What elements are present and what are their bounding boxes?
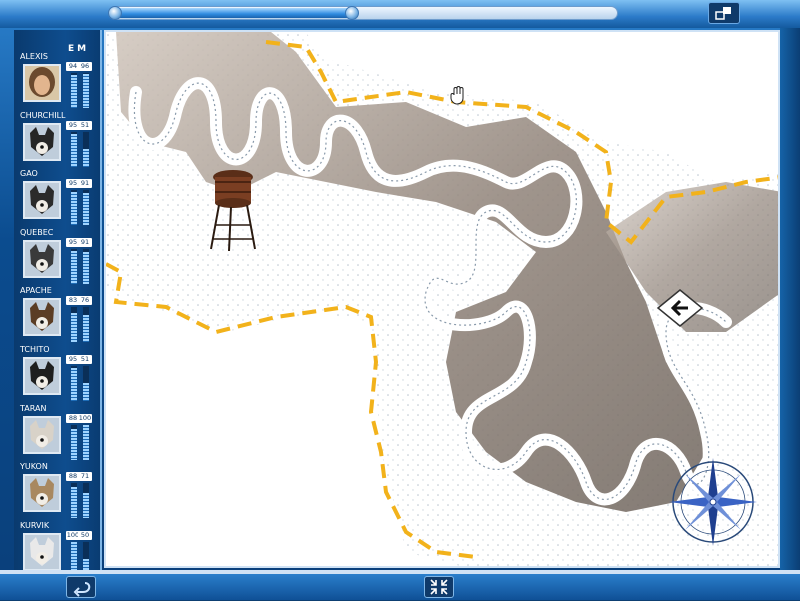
top-bar (0, 0, 800, 28)
progress-knob[interactable] (345, 6, 359, 20)
morale-meter: 100 (78, 413, 92, 460)
morale-value: 100 (78, 413, 92, 423)
member-name: YUKON (20, 462, 48, 472)
dog-portrait[interactable] (23, 239, 61, 278)
dog-portrait[interactable] (23, 298, 61, 337)
zoom-icon (430, 579, 448, 595)
morale-meter: 96 (78, 62, 92, 108)
energy-meter: 88 (66, 472, 80, 519)
morale-value: 91 (78, 179, 92, 189)
team-member[interactable]: GAO 95 91 (14, 169, 102, 229)
morale-meter: 51 (78, 120, 92, 167)
energy-meter-fill (71, 368, 77, 401)
energy-meter-fill (71, 192, 77, 226)
map-canvas (106, 32, 778, 566)
energy-meter: 95 (66, 120, 80, 167)
energy-meter-fill (71, 487, 77, 519)
morale-meter-fill (83, 424, 89, 460)
member-name: TARAN (20, 403, 47, 413)
morale-meter-fill (83, 383, 89, 401)
minimize-window-icon (715, 7, 731, 20)
energy-meter-fill (71, 313, 77, 343)
dog-portrait[interactable] (23, 357, 61, 395)
morale-value: 51 (78, 120, 92, 130)
minimize-window-button[interactable] (708, 2, 740, 24)
morale-meter-fill (83, 74, 89, 108)
energy-meter-fill (71, 133, 77, 167)
progress-track (108, 6, 618, 20)
member-name: APACHE (20, 286, 52, 296)
member-name: ALEXIS (20, 52, 48, 61)
energy-meter: 83 (66, 296, 80, 343)
member-name: TCHITO (20, 345, 50, 354)
progress-fill (110, 8, 353, 18)
progress-start-knob[interactable] (108, 6, 122, 20)
team-member[interactable]: CHURCHILL 95 51 (14, 111, 102, 171)
team-member[interactable]: ALEXIS 94 96 (14, 52, 102, 112)
morale-value: 91 (78, 237, 92, 247)
morale-value: 96 (78, 62, 92, 71)
team-member[interactable]: QUEBEC 95 91 (14, 228, 102, 288)
energy-meter: 95 (66, 355, 80, 401)
energy-meter: 95 (66, 179, 80, 226)
morale-meter: 91 (78, 237, 92, 284)
morale-value: 76 (78, 296, 92, 306)
musher-portrait[interactable] (23, 64, 61, 102)
trail-map[interactable] (104, 30, 780, 568)
energy-meter-fill (71, 428, 77, 460)
dog-portrait[interactable] (23, 181, 61, 220)
team-member[interactable]: TCHITO 95 51 (14, 345, 102, 405)
morale-meter: 71 (78, 472, 92, 519)
morale-meter-fill (83, 493, 89, 519)
right-frame-strip (780, 28, 800, 570)
dog-portrait[interactable] (23, 415, 61, 454)
morale-meter-fill (83, 251, 89, 284)
member-name: KURVIK (20, 520, 50, 530)
morale-meter-fill (83, 315, 89, 343)
team-member[interactable]: YUKON 88 71 (14, 462, 102, 522)
zoom-button[interactable] (424, 576, 454, 598)
member-name: CHURCHILL (20, 110, 66, 120)
team-sidebar: EM ALEXIS 94 96 CHURCHILL 95 51 GAO 95 91 QUEBEC 9… (14, 30, 102, 577)
dog-portrait[interactable] (23, 532, 61, 571)
morale-value: 50 (78, 530, 92, 540)
morale-meter: 51 (78, 355, 92, 401)
morale-meter: 76 (78, 296, 92, 343)
morale-value: 51 (78, 355, 92, 364)
morale-meter-fill (83, 193, 89, 226)
bottom-bar (0, 570, 800, 600)
back-icon (73, 582, 91, 597)
morale-meter: 91 (78, 179, 92, 226)
back-button[interactable] (66, 576, 96, 598)
team-member[interactable]: APACHE 83 76 (14, 286, 102, 346)
team-member[interactable]: TARAN 88 100 (14, 404, 102, 464)
morale-meter-fill (83, 148, 89, 167)
energy-meter: 88 (66, 413, 80, 460)
energy-meter: 95 (66, 237, 80, 284)
member-name: QUEBEC (20, 227, 54, 237)
energy-meter-fill (71, 250, 77, 284)
dog-portrait[interactable] (23, 122, 61, 161)
dog-portrait[interactable] (23, 474, 61, 513)
energy-meter: 94 (66, 62, 80, 108)
bottom-rim (0, 570, 800, 574)
member-name: GAO (20, 169, 38, 179)
morale-value: 71 (78, 472, 92, 482)
energy-meter-fill (71, 75, 77, 108)
